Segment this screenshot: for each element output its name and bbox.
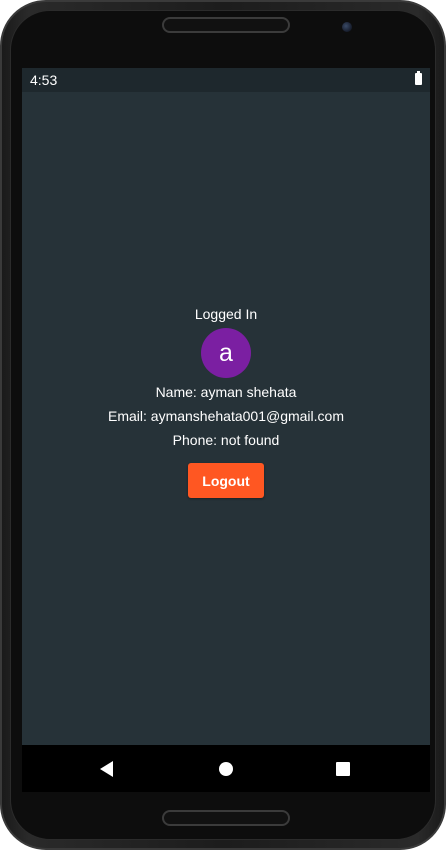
user-name-text: Name: ayman shehata (155, 384, 297, 400)
bottom-speaker-grille (162, 810, 290, 826)
user-phone-text: Phone: not found (172, 432, 280, 448)
phone-device-frame: 4:53 Logged In a Name: ayman shehata Ema… (0, 0, 446, 850)
battery-icon (415, 71, 422, 85)
home-circle-icon[interactable] (219, 762, 233, 776)
app-screen: 4:53 Logged In a Name: ayman shehata Ema… (22, 68, 430, 792)
recents-square-icon[interactable] (336, 762, 350, 776)
logged-in-heading: Logged In (194, 306, 258, 322)
status-time: 4:53 (30, 72, 58, 88)
logout-button[interactable]: Logout (188, 463, 264, 498)
logout-button-label: Logout (202, 472, 250, 489)
back-triangle-icon[interactable] (100, 761, 113, 777)
user-email-text: Email: aymanshehata001@gmail.com (108, 408, 344, 424)
avatar: a (201, 328, 251, 378)
app-content: Logged In a Name: ayman shehata Email: a… (22, 92, 430, 745)
profile-panel: Logged In a Name: ayman shehata Email: a… (22, 304, 430, 498)
top-speaker-grille (162, 17, 290, 33)
front-camera (342, 22, 352, 32)
status-bar: 4:53 (22, 68, 430, 92)
system-navigation-bar (22, 745, 430, 792)
avatar-letter: a (219, 338, 233, 367)
